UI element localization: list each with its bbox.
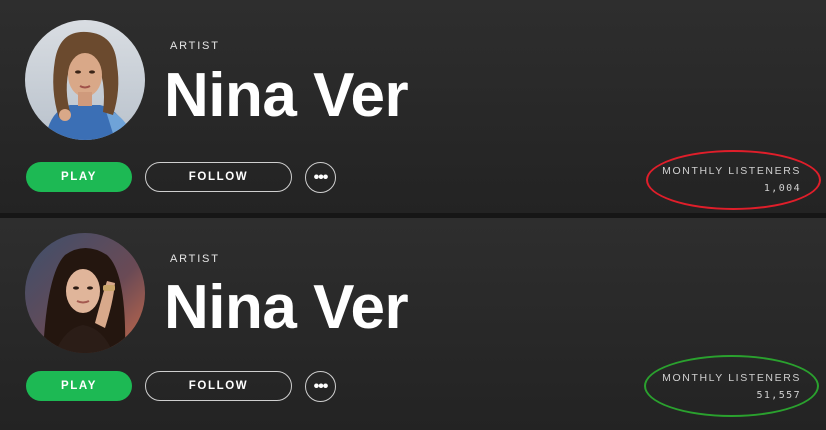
more-options-icon[interactable]: ••• [305, 371, 336, 402]
artist-avatar [25, 233, 145, 353]
artist-type-label: ARTIST [170, 40, 220, 52]
artist-header-bottom: ARTIST Nina Ver PLAY FOLLOW ••• MONTHLY … [0, 218, 826, 430]
play-button[interactable]: PLAY [26, 162, 132, 192]
monthly-listeners-label: MONTHLY LISTENERS [662, 165, 801, 177]
more-options-icon[interactable]: ••• [305, 162, 336, 193]
monthly-listeners-count: 1,004 [763, 183, 801, 194]
monthly-listeners: MONTHLY LISTENERS 1,004 [662, 163, 801, 197]
artist-type-label: ARTIST [170, 253, 220, 265]
play-button[interactable]: PLAY [26, 371, 132, 401]
monthly-listeners-label: MONTHLY LISTENERS [662, 372, 801, 384]
artist-name: Nina Ver [164, 61, 409, 130]
follow-button[interactable]: FOLLOW [145, 162, 292, 192]
artist-avatar [25, 20, 145, 140]
follow-button[interactable]: FOLLOW [145, 371, 292, 401]
monthly-listeners-count: 51,557 [756, 390, 801, 401]
monthly-listeners: MONTHLY LISTENERS 51,557 [662, 370, 801, 404]
artist-header-top: ARTIST Nina Ver PLAY FOLLOW ••• MONTHLY … [0, 0, 826, 213]
artist-name: Nina Ver [164, 273, 409, 342]
